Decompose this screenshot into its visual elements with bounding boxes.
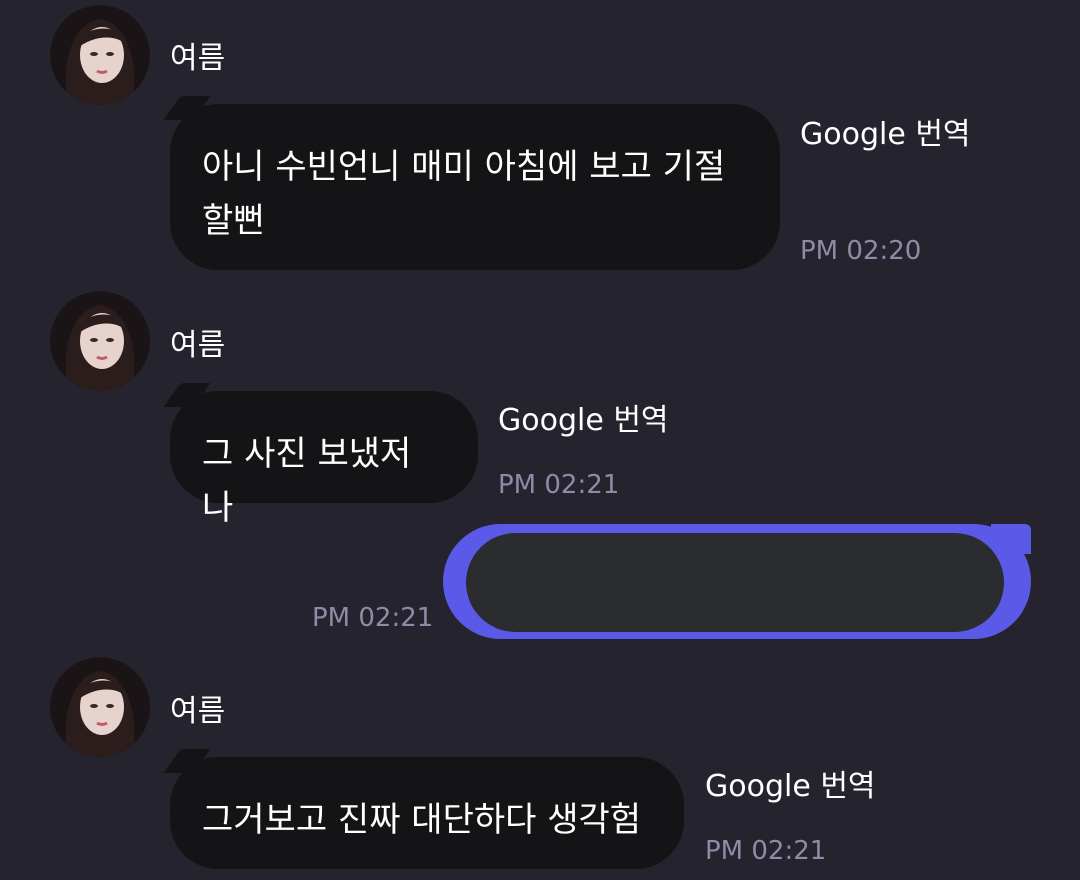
message-timestamp: PM 02:20	[800, 236, 922, 266]
google-translate-link[interactable]: Google 번역	[800, 120, 971, 150]
google-translate-link[interactable]: Google 번역	[498, 406, 669, 436]
sender-name: 여름	[170, 694, 226, 729]
message-timestamp: PM 02:21	[705, 836, 827, 866]
chat-message-list[interactable]: 여름 아니 수빈언니 매미 아침에 보고 기절 할뻔 Google 번역 PM …	[0, 0, 1080, 880]
sender-name: 여름	[170, 41, 226, 76]
google-translate-link[interactable]: Google 번역	[705, 772, 876, 802]
message-timestamp: PM 02:21	[498, 470, 620, 500]
message-bubble[interactable]: 그 사진 보냈저나	[170, 391, 478, 528]
message-bubble[interactable]: 그거보고 진짜 대단하다 생각험	[170, 757, 684, 869]
redacted-message-content	[466, 533, 1004, 632]
avatar[interactable]	[50, 291, 150, 391]
message-bubble[interactable]: 아니 수빈언니 매미 아침에 보고 기절 할뻔	[170, 104, 780, 270]
sender-name: 여름	[170, 328, 226, 363]
avatar[interactable]	[50, 5, 150, 105]
avatar[interactable]	[50, 657, 150, 757]
message-timestamp: PM 02:21	[312, 603, 434, 633]
